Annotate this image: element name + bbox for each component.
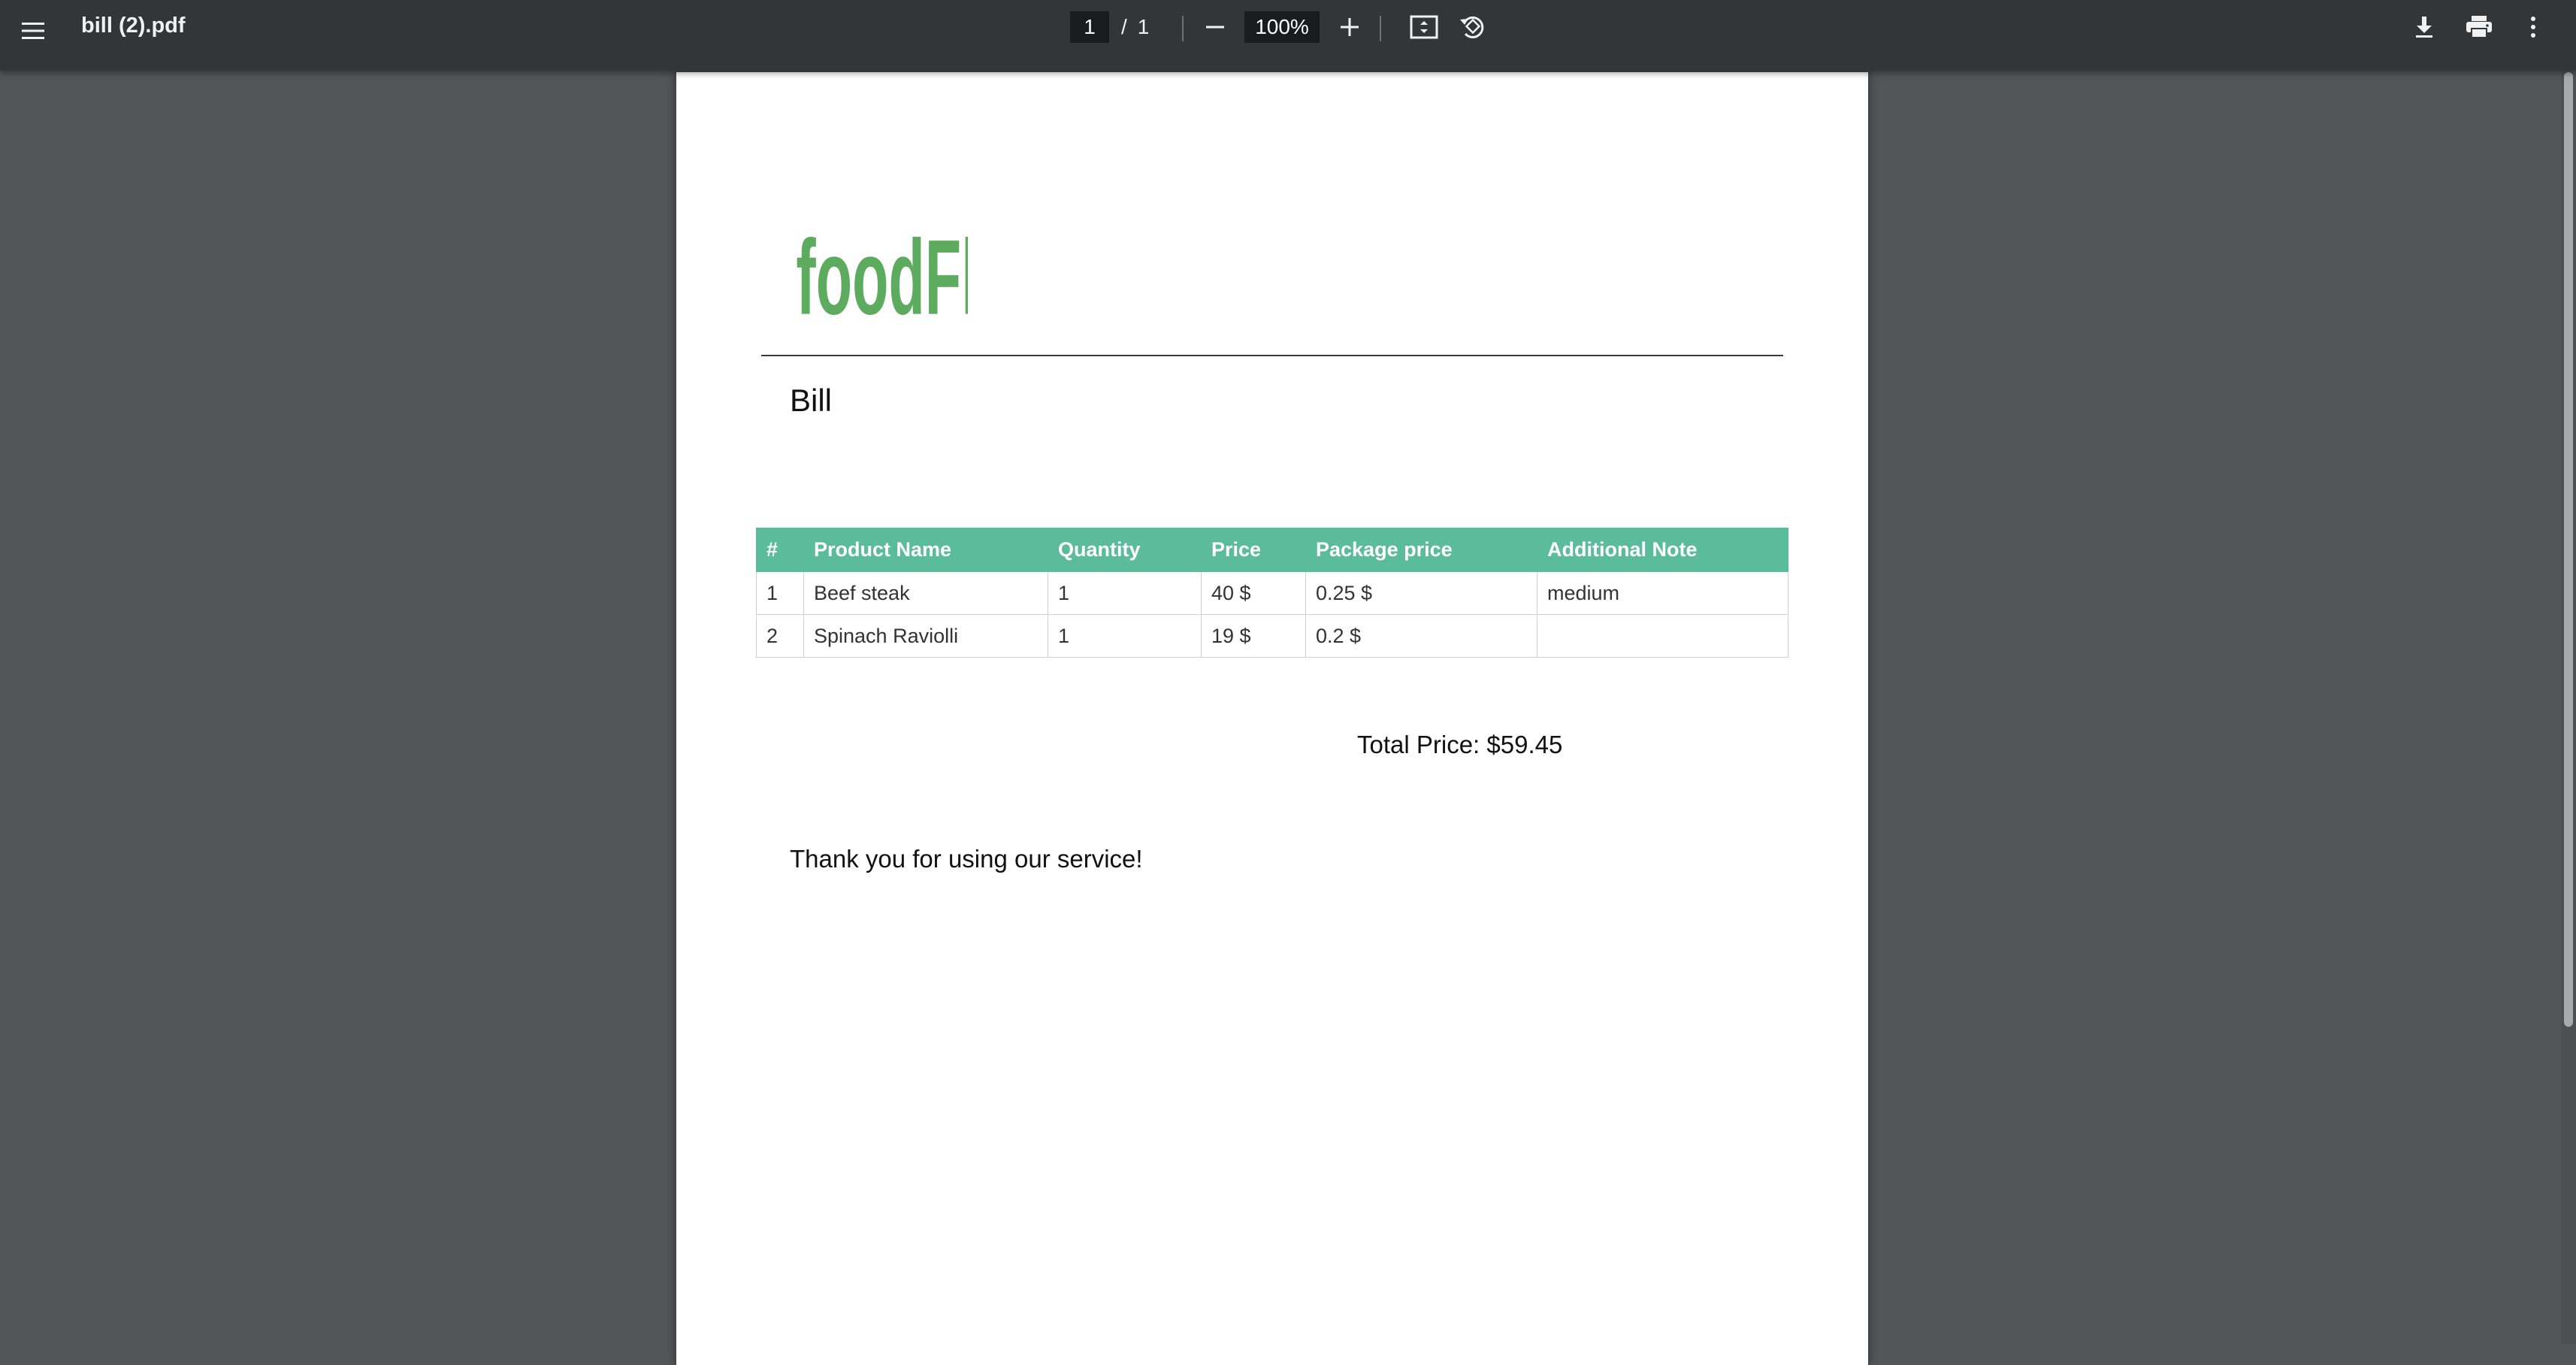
column-header-product-name: Product Name xyxy=(803,528,1048,572)
fit-to-page-icon[interactable] xyxy=(1404,9,1444,45)
table-header-row: # Product Name Quantity Price Package pr… xyxy=(756,528,1788,572)
cell-package-price: 0.25 $ xyxy=(1305,571,1537,615)
more-vert-icon[interactable] xyxy=(2514,9,2552,45)
page-navigation: / 1 xyxy=(1070,11,1149,43)
column-header-index: # xyxy=(756,528,804,572)
toolbar-divider xyxy=(1182,16,1184,41)
cell-quantity: 1 xyxy=(1048,614,1202,658)
cell-additional-note: medium xyxy=(1537,571,1788,615)
toolbar-divider xyxy=(1380,16,1381,41)
document-title: bill (2).pdf xyxy=(81,14,186,38)
table-row: 2 Spinach Raviolli 1 19 $ 0.2 $ xyxy=(756,614,1788,658)
cell-price: 19 $ xyxy=(1201,614,1306,658)
zoom-in-icon[interactable] xyxy=(1332,9,1368,45)
page-total: 1 xyxy=(1137,15,1150,38)
total-price: Total Price: $59.45 xyxy=(1357,731,1563,758)
page-number-input[interactable] xyxy=(1070,11,1109,43)
bill-heading: Bill xyxy=(790,383,833,418)
cell-product-name: Spinach Raviolli xyxy=(803,614,1048,658)
table-row: 1 Beef steak 1 40 $ 0.25 $ medium xyxy=(756,571,1788,615)
column-header-additional-note: Additional Note xyxy=(1537,528,1788,572)
scrollbar-thumb[interactable] xyxy=(2564,72,2573,1027)
column-header-package-price: Package price xyxy=(1305,528,1537,572)
zoom-out-icon[interactable] xyxy=(1197,9,1233,45)
cell-index: 2 xyxy=(756,614,804,658)
cell-additional-note xyxy=(1537,614,1788,658)
cell-price: 40 $ xyxy=(1201,571,1306,615)
column-header-quantity: Quantity xyxy=(1048,528,1202,572)
pdf-toolbar: bill (2).pdf / 1 xyxy=(0,0,2576,71)
page-separator: / xyxy=(1121,15,1127,38)
thank-you-message: Thank you for using our service! xyxy=(790,845,1143,873)
rotate-icon[interactable] xyxy=(1452,9,1492,45)
download-icon[interactable] xyxy=(2405,9,2444,45)
cell-index: 1 xyxy=(756,571,804,615)
header-divider xyxy=(761,355,1783,356)
foodfly-logo: foodFly. xyxy=(796,218,968,337)
print-icon[interactable] xyxy=(2459,9,2499,45)
cell-product-name: Beef steak xyxy=(803,571,1048,615)
zoom-level-input[interactable] xyxy=(1244,11,1320,43)
cell-quantity: 1 xyxy=(1048,571,1202,615)
cell-package-price: 0.2 $ xyxy=(1305,614,1537,658)
logo-text: foodFly. xyxy=(796,218,968,337)
menu-icon[interactable] xyxy=(15,13,51,49)
bill-items-table: # Product Name Quantity Price Package pr… xyxy=(756,528,1788,658)
column-header-price: Price xyxy=(1201,528,1306,572)
pdf-page: foodFly. Bill # Product Name Quantity Pr… xyxy=(676,72,1868,1365)
